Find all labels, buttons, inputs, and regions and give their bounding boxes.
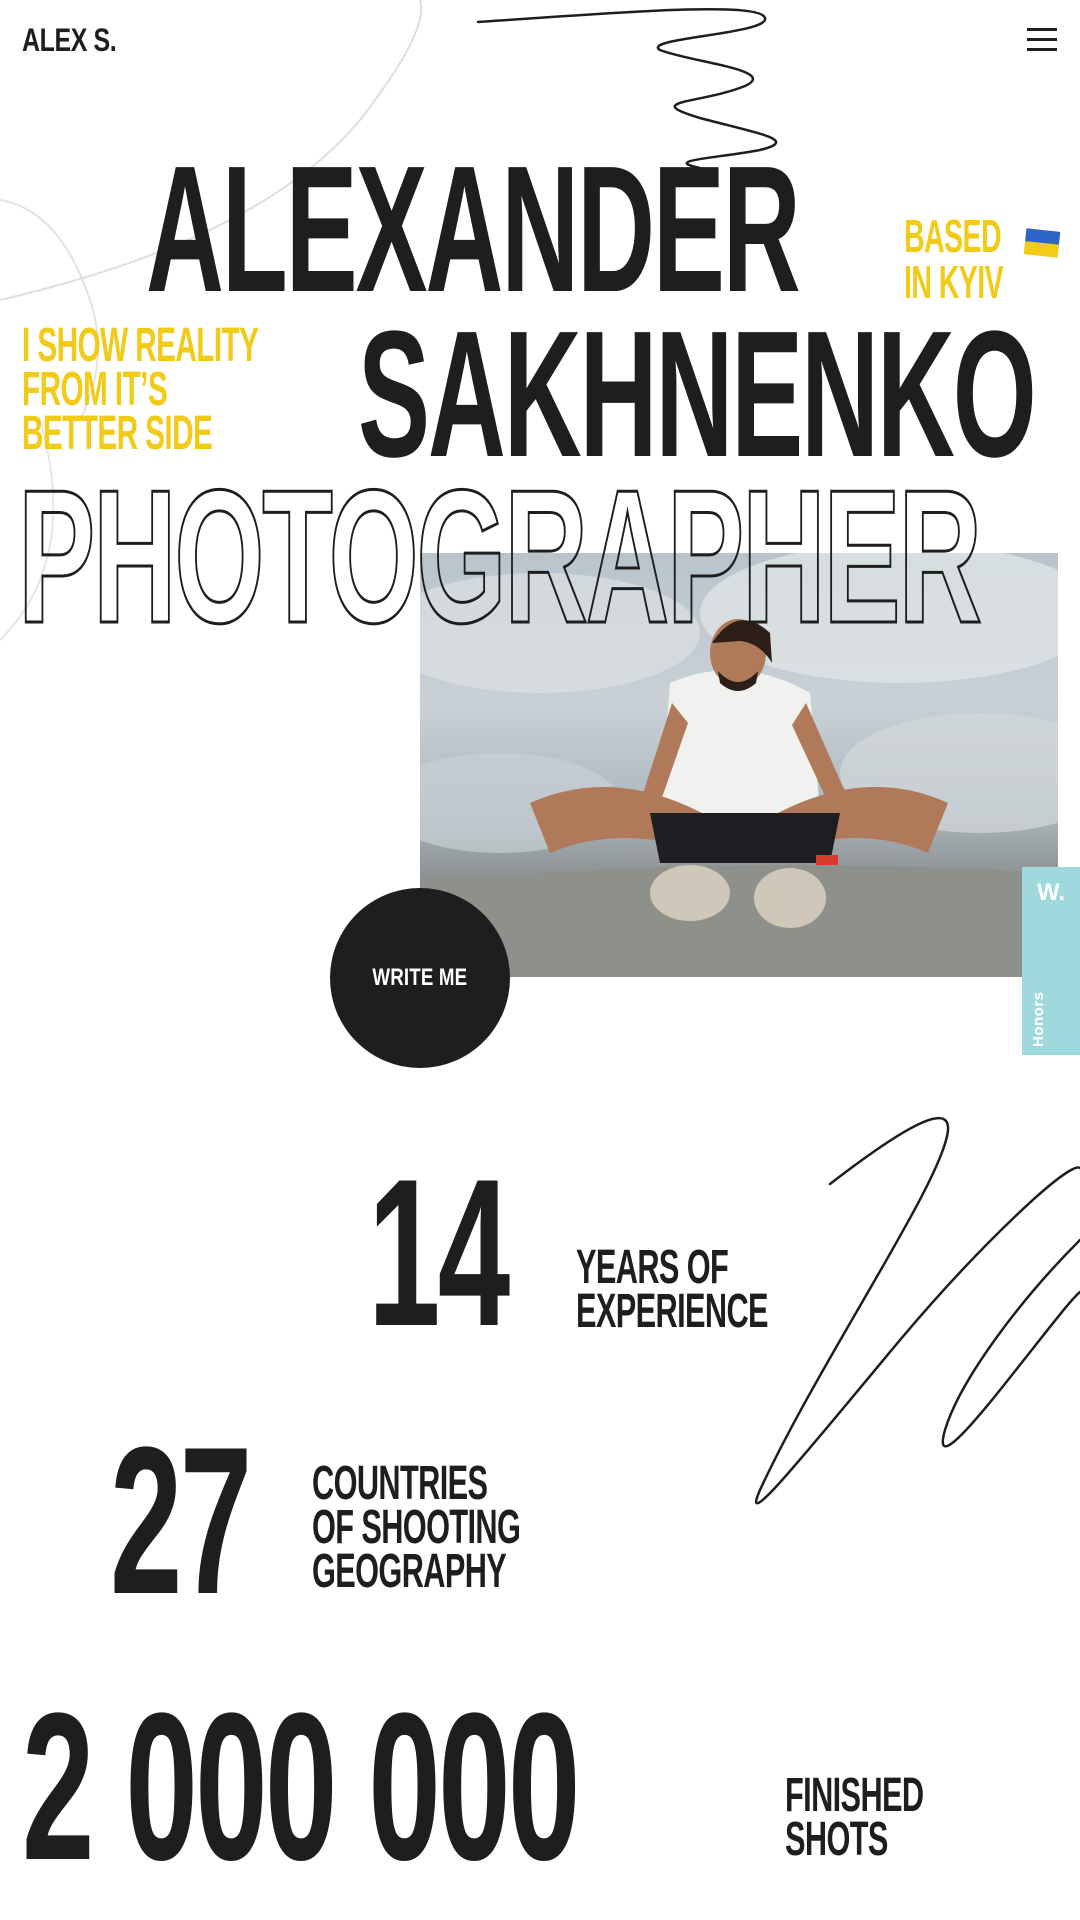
honors-label: Honors xyxy=(1030,991,1047,1048)
tagline-line-1: I SHOW REALITY xyxy=(22,319,259,372)
hamburger-menu-icon[interactable] xyxy=(1024,26,1060,54)
stat-countries-line-3: GEOGRAPHY xyxy=(312,1545,507,1598)
stat-shots-label: FINISHED SHOTS xyxy=(785,1769,924,1866)
stat-countries-value: 27 xyxy=(110,1403,252,1638)
awwwards-logo-icon: W. xyxy=(1037,879,1065,906)
stat-countries-line-2: OF SHOOTING xyxy=(312,1501,521,1554)
write-me-label: WRITE ME xyxy=(372,964,468,991)
hero-first-name: ALEXANDER xyxy=(146,129,801,330)
ukraine-flag-icon xyxy=(1023,228,1061,258)
logo[interactable]: ALEX S. xyxy=(22,20,117,60)
honors-badge[interactable]: W. Honors xyxy=(1022,867,1080,1055)
write-me-button[interactable]: WRITE ME xyxy=(330,888,510,1068)
stat-years-line-2: EXPERIENCE xyxy=(576,1285,769,1338)
based-in-label: BASED IN KYIV xyxy=(904,210,1004,308)
stat-countries-line-1: COUNTRIES xyxy=(312,1457,488,1510)
stat-years-value: 14 xyxy=(368,1135,510,1370)
based-line-1: BASED xyxy=(904,210,1002,262)
stat-shots-line-1: FINISHED xyxy=(785,1769,924,1822)
stat-shots-value: 2 000 000 xyxy=(22,1669,580,1904)
based-line-2: IN KYIV xyxy=(904,256,1004,308)
stat-countries-label: COUNTRIES OF SHOOTING GEOGRAPHY xyxy=(312,1457,521,1598)
tagline-line-2: FROM IT’S xyxy=(22,363,168,416)
hero-role-outline: PHOTOGRAPHER xyxy=(17,451,983,663)
stat-years-label: YEARS OF EXPERIENCE xyxy=(576,1241,769,1338)
tagline: I SHOW REALITY FROM IT’S BETTER SIDE xyxy=(22,319,259,460)
stat-shots-line-2: SHOTS xyxy=(785,1813,888,1866)
stat-years-line-1: YEARS OF xyxy=(576,1241,729,1294)
tagline-line-3: BETTER SIDE xyxy=(22,407,213,460)
